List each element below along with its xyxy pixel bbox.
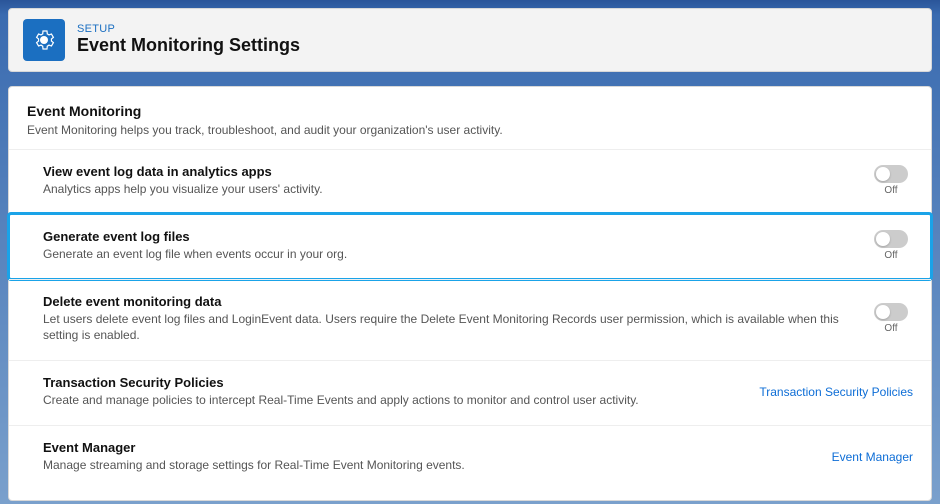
row-title: View event log data in analytics apps [43, 164, 853, 179]
row-control: Off [869, 303, 913, 334]
gear-icon [32, 28, 56, 52]
row-control: Off [869, 165, 913, 196]
page-title: Event Monitoring Settings [77, 35, 300, 57]
setup-eyebrow: SETUP [77, 23, 300, 35]
toggle-state-label: Off [884, 250, 897, 261]
gear-icon-tile [23, 19, 65, 61]
row-texts: Generate event log files Generate an eve… [43, 229, 869, 263]
row-control: Off [869, 230, 913, 261]
row-texts: Delete event monitoring data Let users d… [43, 294, 869, 345]
event-monitoring-panel: Event Monitoring Event Monitoring helps … [8, 86, 932, 501]
row-texts: Event Manager Manage streaming and stora… [43, 440, 832, 474]
page-header: SETUP Event Monitoring Settings [8, 8, 932, 72]
setting-row-generate-logs: Generate event log files Generate an eve… [9, 214, 931, 279]
row-desc: Manage streaming and storage settings fo… [43, 457, 816, 474]
row-title: Delete event monitoring data [43, 294, 853, 309]
link-transaction-security-policies[interactable]: Transaction Security Policies [759, 385, 913, 399]
row-desc: Analytics apps help you visualize your u… [43, 181, 853, 198]
row-desc: Create and manage policies to intercept … [43, 392, 743, 409]
row-texts: View event log data in analytics apps An… [43, 164, 869, 198]
row-texts: Transaction Security Policies Create and… [43, 375, 759, 409]
toggle-generate-logs[interactable] [874, 230, 908, 248]
link-event-manager[interactable]: Event Manager [832, 450, 913, 464]
row-title: Event Manager [43, 440, 816, 455]
row-desc: Generate an event log file when events o… [43, 246, 853, 263]
section-subtitle: Event Monitoring helps you track, troubl… [27, 123, 913, 137]
setting-row-event-manager: Event Manager Manage streaming and stora… [9, 425, 931, 490]
row-title: Generate event log files [43, 229, 853, 244]
setting-row-view-analytics: View event log data in analytics apps An… [9, 149, 931, 214]
toggle-delete-data[interactable] [874, 303, 908, 321]
row-title: Transaction Security Policies [43, 375, 743, 390]
toggle-state-label: Off [884, 185, 897, 196]
section-header: Event Monitoring Event Monitoring helps … [9, 103, 931, 149]
row-desc: Let users delete event log files and Log… [43, 311, 853, 345]
setting-row-delete-data: Delete event monitoring data Let users d… [9, 279, 931, 361]
setting-row-transaction-policies: Transaction Security Policies Create and… [9, 360, 931, 425]
toggle-state-label: Off [884, 323, 897, 334]
section-title: Event Monitoring [27, 103, 913, 119]
header-texts: SETUP Event Monitoring Settings [77, 23, 300, 57]
toggle-view-analytics[interactable] [874, 165, 908, 183]
